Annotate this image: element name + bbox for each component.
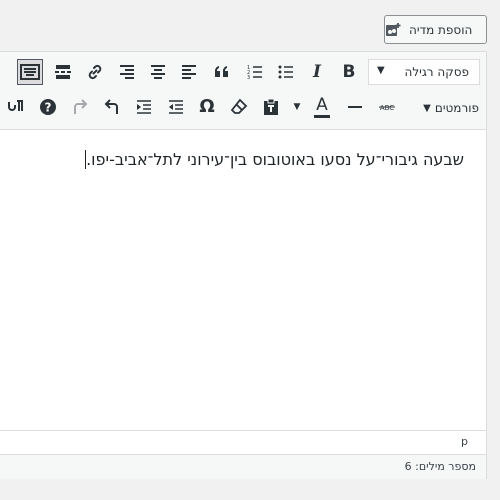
editor-paragraph[interactable]: שבעה גיבורי־על נסעו באוטובוס בין־עירוני … <box>85 150 464 169</box>
bold-icon[interactable]: B <box>336 59 362 85</box>
add-media-icon <box>386 22 401 36</box>
indent-icon[interactable] <box>131 94 157 120</box>
redo-icon[interactable] <box>67 94 93 120</box>
status-bar: מספר מילים: 6 <box>0 454 486 479</box>
editor-frame: 123 I B פסקה רגילה ▼ ? Ω ▼ A ABC פורמטים… <box>0 51 487 479</box>
svg-text:ABC: ABC <box>380 104 394 112</box>
add-media-button[interactable]: הוספת מדיה <box>384 15 487 44</box>
rtl-direction-icon[interactable] <box>3 94 29 120</box>
text-color-dropdown-icon[interactable]: ▼ <box>290 94 304 120</box>
formats-label: פורמטים <box>434 101 479 115</box>
numbered-list-icon[interactable]: 123 <box>242 59 268 85</box>
text-color-icon[interactable]: A <box>309 94 335 120</box>
paragraph-format-select[interactable]: פסקה רגילה ▼ <box>368 59 480 85</box>
align-left-icon[interactable] <box>176 59 202 85</box>
add-media-label: הוספת מדיה <box>409 22 473 37</box>
text-color-letter: A <box>314 96 330 118</box>
editor-content-area[interactable]: שבעה גיבורי־על נסעו באוטובוס בין־עירוני … <box>0 130 486 430</box>
bullet-list-icon[interactable] <box>273 59 299 85</box>
blockquote-icon[interactable] <box>209 59 235 85</box>
horizontal-line-icon[interactable] <box>342 94 368 120</box>
paragraph-format-value: פסקה רגילה <box>404 65 469 79</box>
chevron-down-icon: ▼ <box>423 102 431 114</box>
chevron-down-icon: ▼ <box>377 65 385 76</box>
clear-formatting-icon[interactable] <box>226 94 252 120</box>
link-icon[interactable] <box>82 59 108 85</box>
undo-icon[interactable] <box>99 94 125 120</box>
strikethrough-icon[interactable]: ABC <box>374 94 400 120</box>
special-character-icon[interactable]: Ω <box>194 94 220 120</box>
editor-text: שבעה גיבורי־על נסעו באוטובוס בין־עירוני … <box>86 150 464 169</box>
toolbar-toggle-icon[interactable] <box>17 59 43 85</box>
svg-text:?: ? <box>45 101 52 115</box>
align-center-icon[interactable] <box>145 59 171 85</box>
paste-as-text-icon[interactable] <box>258 94 284 120</box>
read-more-icon[interactable] <box>50 59 76 85</box>
svg-text:3: 3 <box>247 75 250 80</box>
align-right-icon[interactable] <box>114 59 140 85</box>
outdent-icon[interactable] <box>163 94 189 120</box>
element-path-item[interactable]: p <box>461 435 468 448</box>
word-count: מספר מילים: 6 <box>404 460 476 473</box>
editor-toolbar: 123 I B פסקה רגילה ▼ ? Ω ▼ A ABC פורמטים… <box>0 52 486 130</box>
italic-icon[interactable]: I <box>304 59 330 85</box>
element-path-bar: p <box>0 430 486 454</box>
help-icon[interactable]: ? <box>35 94 61 120</box>
formats-dropdown[interactable]: פורמטים ▼ <box>403 95 479 121</box>
